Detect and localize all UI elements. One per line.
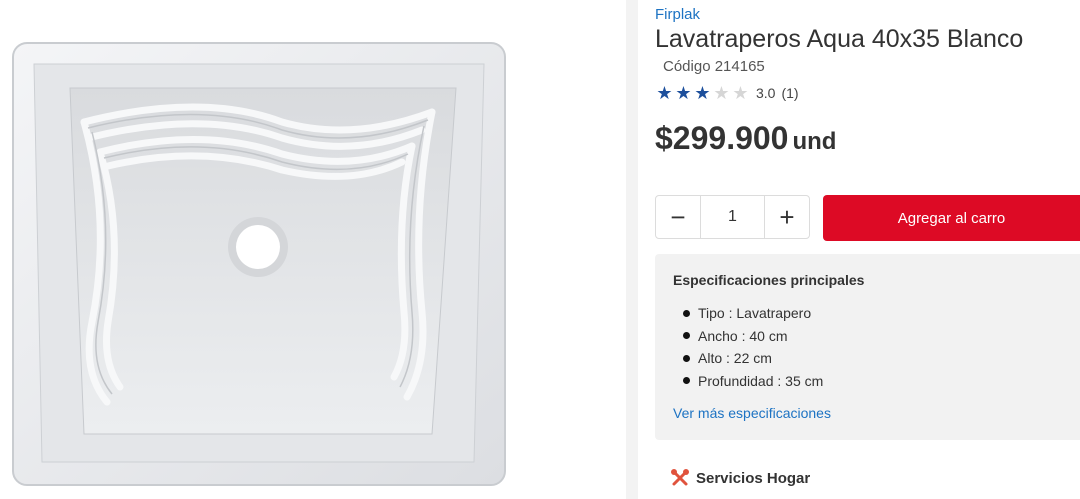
spec-item: Tipo : Lavatrapero (683, 302, 1062, 325)
services-label: Servicios Hogar (696, 469, 811, 487)
quantity-stepper: − + (655, 195, 810, 239)
product-title: Lavatraperos Aqua 40x35 Blanco (655, 25, 1024, 53)
star-empty-icon: ★ (732, 83, 749, 103)
star-empty-icon: ★ (713, 83, 730, 103)
brand-link[interactable]: Firplak (655, 6, 700, 23)
bullet-icon (683, 309, 690, 317)
bullet-icon (683, 377, 690, 385)
rating-stars: ★ ★ ★ ★ ★ (655, 84, 750, 102)
specs-title: Especificaciones principales (673, 272, 865, 288)
rating[interactable]: ★ ★ ★ ★ ★ 3.0 (1) (655, 84, 799, 102)
specs-list: Tipo : Lavatrapero Ancho : 40 cm Alto : … (673, 302, 1062, 392)
price-value: $299.900 (655, 120, 789, 156)
spec-text: Alto : 22 cm (698, 350, 772, 367)
specs-panel: Especificaciones principales Tipo : Lava… (655, 254, 1080, 440)
star-filled-icon: ★ (694, 83, 711, 103)
add-to-cart-button[interactable]: Agregar al carro (823, 195, 1080, 241)
product-image[interactable] (12, 42, 506, 486)
tools-icon (671, 469, 689, 486)
spec-text: Profundidad : 35 cm (698, 372, 824, 389)
spec-text: Ancho : 40 cm (698, 327, 788, 344)
bullet-icon (683, 332, 690, 340)
product-image-pane (0, 0, 626, 499)
services-hogar[interactable]: Servicios Hogar (670, 468, 810, 488)
bullet-icon (683, 354, 690, 362)
decrement-button[interactable]: − (656, 196, 700, 238)
price-unit: und (792, 128, 837, 155)
spec-item: Alto : 22 cm (683, 347, 1062, 370)
star-filled-icon: ★ (675, 83, 692, 103)
increment-button[interactable]: + (765, 196, 809, 238)
rating-count: (1) (781, 85, 799, 101)
product-code: Código 214165 (663, 58, 765, 75)
spec-item: Profundidad : 35 cm (683, 370, 1062, 393)
rating-value: 3.0 (756, 85, 776, 101)
product-info: Firplak Lavatraperos Aqua 40x35 Blanco C… (655, 0, 1080, 499)
more-specs-link[interactable]: Ver más especificaciones (673, 405, 1062, 421)
spec-text: Tipo : Lavatrapero (698, 305, 812, 322)
panel-divider (626, 0, 638, 499)
spec-item: Ancho : 40 cm (683, 325, 1062, 348)
quantity-input[interactable] (700, 196, 765, 238)
star-filled-icon: ★ (656, 83, 673, 103)
price: $299.900 und (655, 120, 836, 157)
